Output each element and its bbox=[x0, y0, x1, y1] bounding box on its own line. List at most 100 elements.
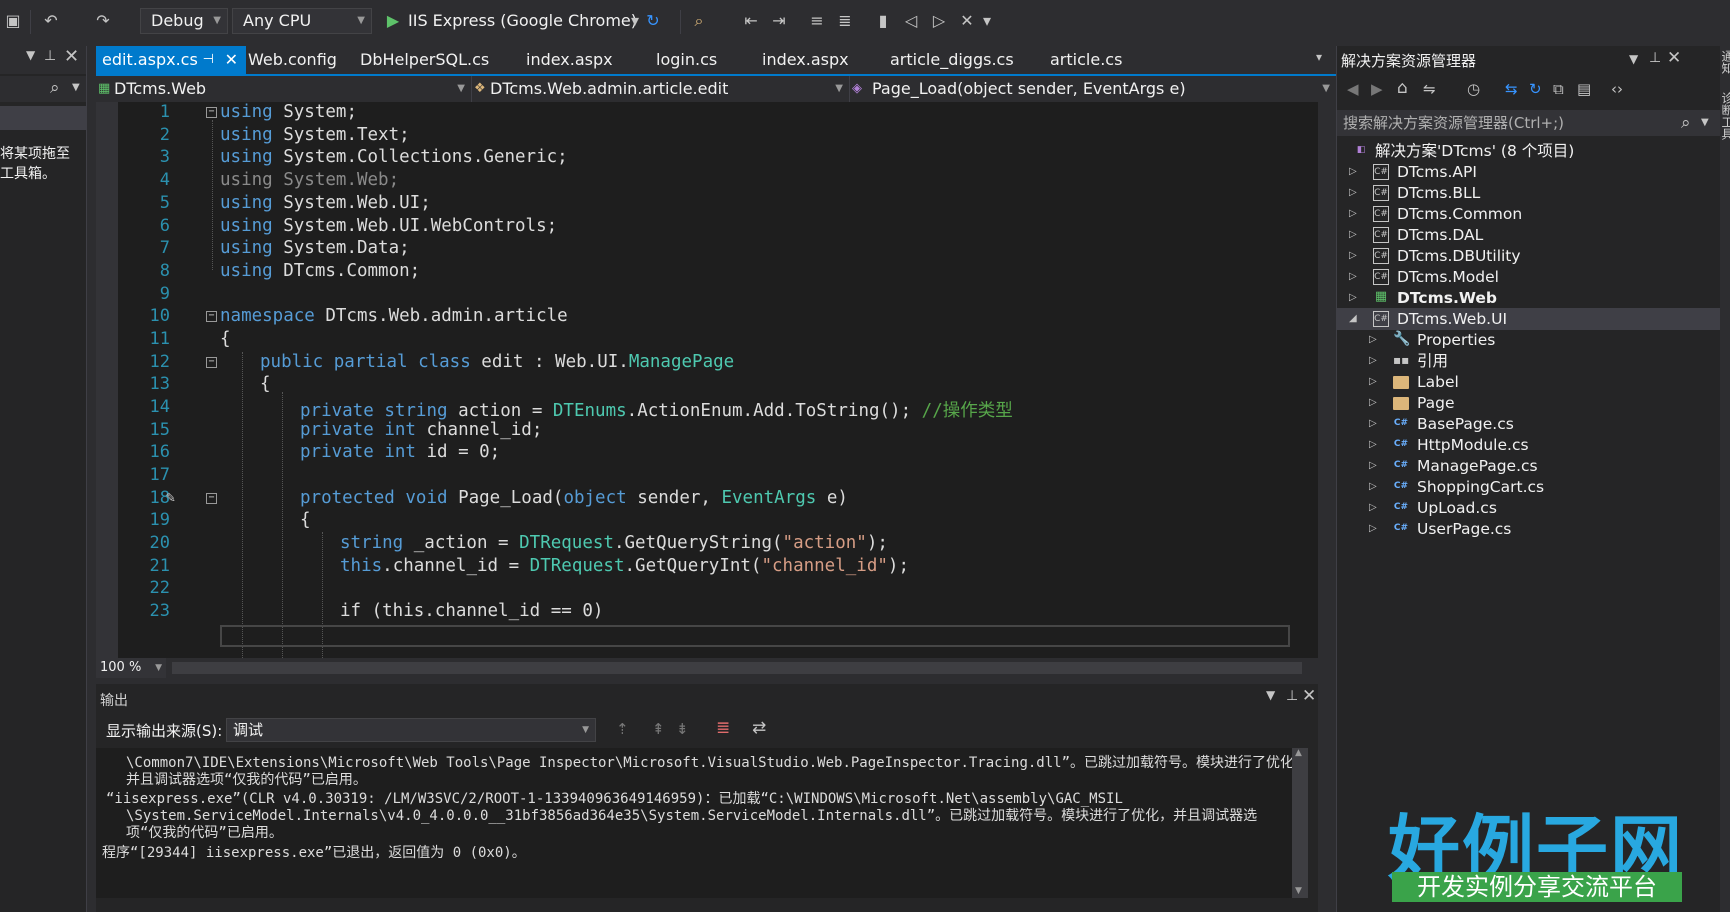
toolbox-search[interactable]: ⌕ ▼ bbox=[0, 76, 86, 102]
collapse-icon[interactable]: − bbox=[206, 107, 217, 118]
quick-action-icon[interactable]: ✎ bbox=[166, 488, 175, 506]
expand-icon[interactable]: ▷ bbox=[1369, 350, 1377, 372]
comment-out-icon[interactable]: ≡ bbox=[806, 10, 828, 32]
sync-icon[interactable]: ⇆ bbox=[1505, 80, 1518, 98]
diagnostic-tools-tab[interactable]: 诊断工具 bbox=[1714, 92, 1730, 140]
collapse-all-icon[interactable]: ⧉ bbox=[1553, 80, 1564, 98]
expand-icon[interactable]: ▷ bbox=[1349, 287, 1357, 309]
collapse-icon[interactable]: − bbox=[206, 357, 217, 368]
chevron-down-icon[interactable]: ▼ bbox=[1266, 688, 1275, 702]
back-icon[interactable]: ◀ bbox=[1347, 80, 1359, 98]
home-icon[interactable]: ⌂ bbox=[1397, 78, 1408, 98]
tree-project-dtcms-dbutility[interactable]: ▷ C# DTcms.DBUtility bbox=[1337, 245, 1721, 267]
scroll-up-icon[interactable]: ▲ bbox=[1295, 748, 1302, 758]
collapse-icon[interactable]: − bbox=[206, 311, 217, 322]
word-wrap-icon[interactable]: ⇄ bbox=[752, 718, 766, 738]
expand-icon[interactable]: ▷ bbox=[1349, 245, 1357, 267]
expand-icon[interactable]: ▷ bbox=[1349, 266, 1357, 288]
expand-icon[interactable]: ▷ bbox=[1349, 182, 1357, 204]
tree-item-upload-cs[interactable]: ▷ C# UpLoad.cs bbox=[1337, 497, 1721, 519]
chevron-down-icon[interactable]: ▼ bbox=[1629, 52, 1638, 66]
notifications-tab[interactable]: 通知 bbox=[1714, 50, 1730, 74]
expand-icon[interactable]: ▷ bbox=[1369, 455, 1377, 477]
navigate-icon[interactable]: ⇥ bbox=[768, 10, 790, 32]
expand-icon[interactable]: ▷ bbox=[1369, 434, 1377, 456]
tree-project-dtcms-bll[interactable]: ▷ C# DTcms.BLL bbox=[1337, 182, 1721, 204]
save-all-icon[interactable]: ▣ bbox=[2, 10, 24, 32]
search-icon[interactable]: ⌕ bbox=[50, 78, 60, 98]
prev-bookmark-icon[interactable]: ◁ bbox=[900, 10, 922, 32]
pending-changes-icon[interactable]: ◷ bbox=[1467, 80, 1480, 98]
output-vertical-scrollbar[interactable]: ▲ ▼ bbox=[1292, 748, 1308, 898]
find-in-files-icon[interactable]: ⌕ bbox=[688, 10, 710, 32]
expand-icon[interactable]: ▷ bbox=[1369, 476, 1377, 498]
tree-item-basepage-cs[interactable]: ▷ C# BasePage.cs bbox=[1337, 413, 1721, 435]
chevron-down-icon[interactable]: ▼ bbox=[1701, 110, 1709, 136]
undo-icon[interactable]: ↶ bbox=[40, 10, 62, 32]
tree-project-dtcms-web[interactable]: ▷ ▦ DTcms.Web bbox=[1337, 287, 1721, 309]
find-message-icon[interactable]: ⇡ bbox=[616, 720, 629, 738]
platform-dropdown[interactable]: Any CPU ▼ bbox=[232, 8, 372, 34]
solution-config-dropdown[interactable]: Debug ▼ bbox=[140, 8, 228, 34]
collapse-icon[interactable]: ◢ bbox=[1349, 308, 1357, 330]
refresh-icon[interactable]: ↻ bbox=[1529, 80, 1542, 98]
project-dropdown[interactable]: ▦ DTcms.Web ▼ bbox=[96, 76, 472, 102]
show-all-files-icon[interactable]: ▤ bbox=[1577, 80, 1591, 98]
tab-index-aspx[interactable]: index.aspx bbox=[526, 46, 613, 74]
tree-item-properties[interactable]: ▷ 🔧 Properties bbox=[1337, 329, 1721, 351]
tree-item-shoppingcart-cs[interactable]: ▷ C# ShoppingCart.cs bbox=[1337, 476, 1721, 498]
tree-project-dtcms-common[interactable]: ▷ C# DTcms.Common bbox=[1337, 203, 1721, 225]
clear-bookmarks-icon[interactable]: ✕ bbox=[956, 10, 978, 32]
tree-project-dtcms-dal[interactable]: ▷ C# DTcms.DAL bbox=[1337, 224, 1721, 246]
tree-item-references[interactable]: ▷ ▪▪ 引用 bbox=[1337, 350, 1721, 372]
start-debug-icon[interactable]: ▶ bbox=[382, 10, 404, 32]
bookmark-icon[interactable]: ▮ bbox=[872, 10, 894, 32]
pin-icon[interactable]: ⊥ bbox=[1649, 50, 1661, 66]
clear-all-icon[interactable]: ≣ bbox=[716, 718, 730, 738]
pin-icon[interactable]: ⊣ bbox=[203, 46, 214, 74]
expand-icon[interactable]: ▷ bbox=[1349, 203, 1357, 225]
expand-icon[interactable]: ▷ bbox=[1369, 518, 1377, 540]
class-dropdown[interactable]: ❖ DTcms.Web.admin.article.edit ▼ bbox=[472, 76, 850, 102]
collapse-icon[interactable]: − bbox=[206, 493, 217, 504]
scroll-down-icon[interactable]: ▼ bbox=[1295, 886, 1302, 896]
output-source-dropdown[interactable]: 调试 ▼ bbox=[226, 718, 596, 742]
expand-icon[interactable]: ▷ bbox=[1369, 413, 1377, 435]
chevron-down-icon[interactable]: ▼ bbox=[72, 82, 80, 93]
forward-icon[interactable]: ▶ bbox=[1371, 80, 1383, 98]
tab-overflow-icon[interactable]: ▾ bbox=[1316, 50, 1332, 70]
view-code-icon[interactable]: ‹› bbox=[1611, 80, 1623, 98]
tree-project-dtcms-web-ui[interactable]: ◢ C# DTcms.Web.UI bbox=[1337, 308, 1721, 330]
tab-login-cs[interactable]: login.cs bbox=[656, 46, 717, 74]
expand-icon[interactable]: ▷ bbox=[1369, 329, 1377, 351]
expand-icon[interactable]: ▷ bbox=[1369, 392, 1377, 414]
solution-root[interactable]: ◧ 解决方案'DTcms' (8 个项目) bbox=[1337, 140, 1721, 162]
tree-item-userpage-cs[interactable]: ▷ C# UserPage.cs bbox=[1337, 518, 1721, 540]
close-icon[interactable]: ✕ bbox=[225, 46, 238, 74]
selection-margin[interactable] bbox=[96, 102, 118, 658]
close-icon[interactable]: ✕ bbox=[1302, 686, 1316, 706]
tree-item-page-folder[interactable]: ▷ Page bbox=[1337, 392, 1721, 414]
member-dropdown[interactable]: ◈ Page_Load(object sender, EventArgs e) … bbox=[850, 76, 1336, 102]
tree-project-dtcms-api[interactable]: ▷ C# DTcms.API bbox=[1337, 161, 1721, 183]
next-bookmark-icon[interactable]: ▷ bbox=[928, 10, 950, 32]
expand-icon[interactable]: ▷ bbox=[1369, 371, 1377, 393]
prev-message-icon[interactable]: ⇞ bbox=[652, 720, 665, 738]
step-icon[interactable]: ⇤ bbox=[740, 10, 762, 32]
tab-web-config[interactable]: Web.config bbox=[248, 46, 337, 74]
tree-item-label-folder[interactable]: ▷ Label bbox=[1337, 371, 1721, 393]
tab-article-cs[interactable]: article.cs bbox=[1050, 46, 1122, 74]
tree-item-httpmodule-cs[interactable]: ▷ C# HttpModule.cs bbox=[1337, 434, 1721, 456]
pin-icon[interactable]: ⊥ bbox=[44, 48, 56, 64]
run-target-button[interactable]: IIS Express (Google Chrome) bbox=[408, 10, 637, 32]
tab-edit-aspx-cs[interactable]: edit.aspx.cs ⊣ ✕ bbox=[96, 46, 246, 74]
tree-project-dtcms-model[interactable]: ▷ C# DTcms.Model bbox=[1337, 266, 1721, 288]
search-icon[interactable]: ⌕ bbox=[1681, 110, 1691, 136]
zoom-dropdown[interactable]: 100 % ▼ bbox=[96, 658, 166, 678]
solution-switch-icon[interactable]: ⇋ bbox=[1423, 80, 1436, 98]
redo-icon[interactable]: ↷ bbox=[92, 10, 114, 32]
refresh-browser-icon[interactable]: ↻ bbox=[642, 10, 664, 32]
tab-index-aspx-2[interactable]: index.aspx bbox=[762, 46, 849, 74]
editor-horizontal-scrollbar[interactable] bbox=[172, 662, 1302, 674]
tab-article-diggs-cs[interactable]: article_diggs.cs bbox=[890, 46, 1014, 74]
